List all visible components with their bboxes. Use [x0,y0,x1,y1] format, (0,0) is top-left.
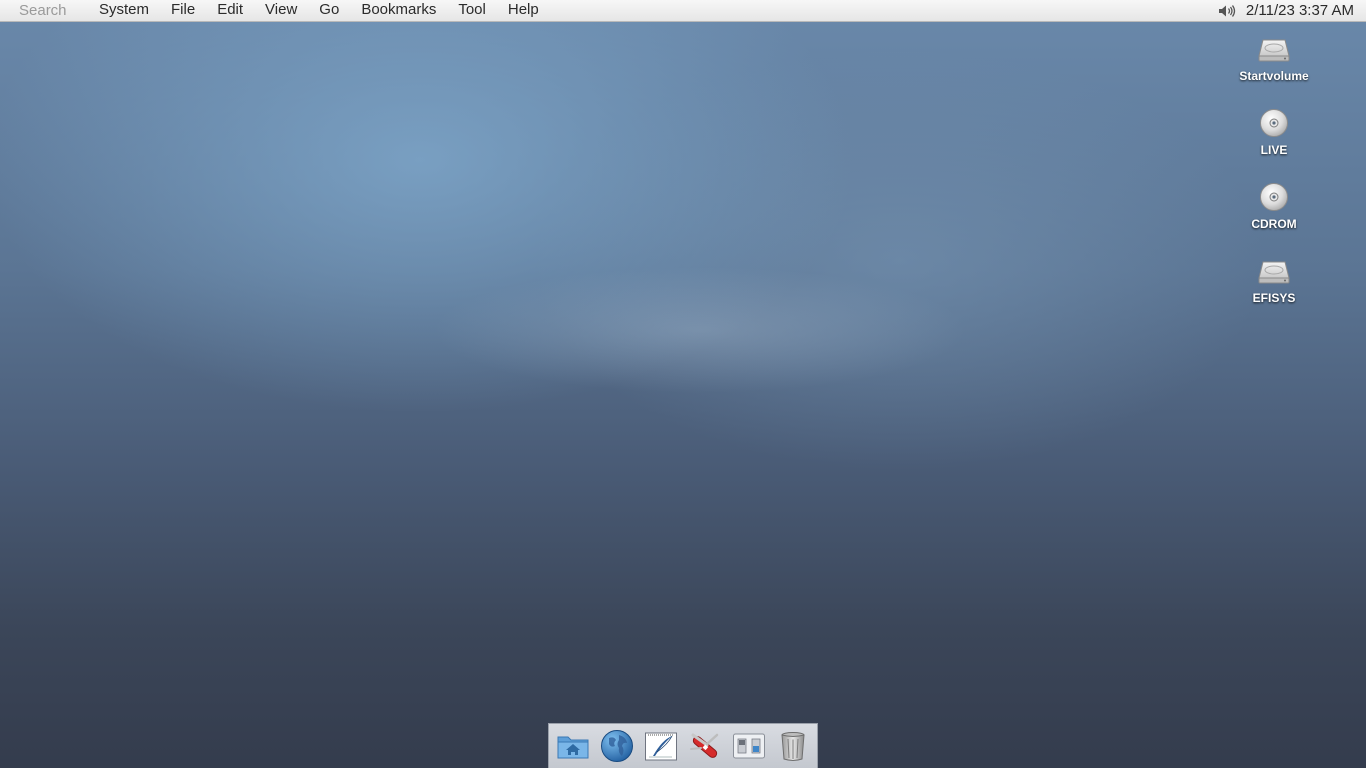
quill-document-icon [645,732,677,761]
hard-drive-icon [1258,261,1290,284]
dock-item-preferences[interactable] [731,728,767,764]
menu-bookmarks[interactable]: Bookmarks [350,0,447,21]
desktop-icon-cdrom[interactable]: CDROM [1224,182,1324,256]
menu-system[interactable]: System [88,0,160,21]
desktop-icon-label: Startvolume [1239,69,1309,83]
swiss-knife-icon [690,733,719,758]
menu-file[interactable]: File [160,0,206,21]
hard-drive-icon [1258,39,1290,62]
desktop-icon-label: CDROM [1251,217,1297,231]
menu-list: System File Edit View Go Bookmarks Tool … [88,0,550,21]
menu-view[interactable]: View [254,0,308,21]
dock-item-web-browser[interactable] [599,728,635,764]
desktop-icons: Startvolume LIVE CDROM EFISYS [1224,34,1324,330]
search-input[interactable] [8,0,95,21]
desktop-icon-label: EFISYS [1252,291,1296,305]
dock-item-text-editor[interactable] [643,728,679,764]
globe-icon [601,730,633,762]
desktop-icon-efisys[interactable]: EFISYS [1224,256,1324,330]
dock-item-home-folder[interactable] [555,728,591,764]
dock-item-system-tools[interactable] [687,728,723,764]
dock-item-trash[interactable] [775,728,811,764]
menu-tool[interactable]: Tool [447,0,497,21]
top-menu-bar: System File Edit View Go Bookmarks Tool … [0,0,1366,22]
desktop-icon-label: LIVE [1260,143,1288,157]
clock[interactable]: 2/11/23 3:37 AM [1246,1,1354,21]
speaker-icon[interactable] [1218,4,1236,18]
toggle-switches-icon [733,733,765,759]
trash-icon [781,732,805,761]
menu-help[interactable]: Help [497,0,550,21]
cd-disc-icon [1260,109,1288,137]
dock [548,723,818,768]
cd-disc-icon [1260,183,1288,211]
desktop-icon-startvolume[interactable]: Startvolume [1224,34,1324,108]
home-folder-icon [557,736,589,759]
menu-edit[interactable]: Edit [206,0,254,21]
desktop-icon-live[interactable]: LIVE [1224,108,1324,182]
menu-go[interactable]: Go [308,0,350,21]
system-tray: 2/11/23 3:37 AM [1218,0,1354,21]
